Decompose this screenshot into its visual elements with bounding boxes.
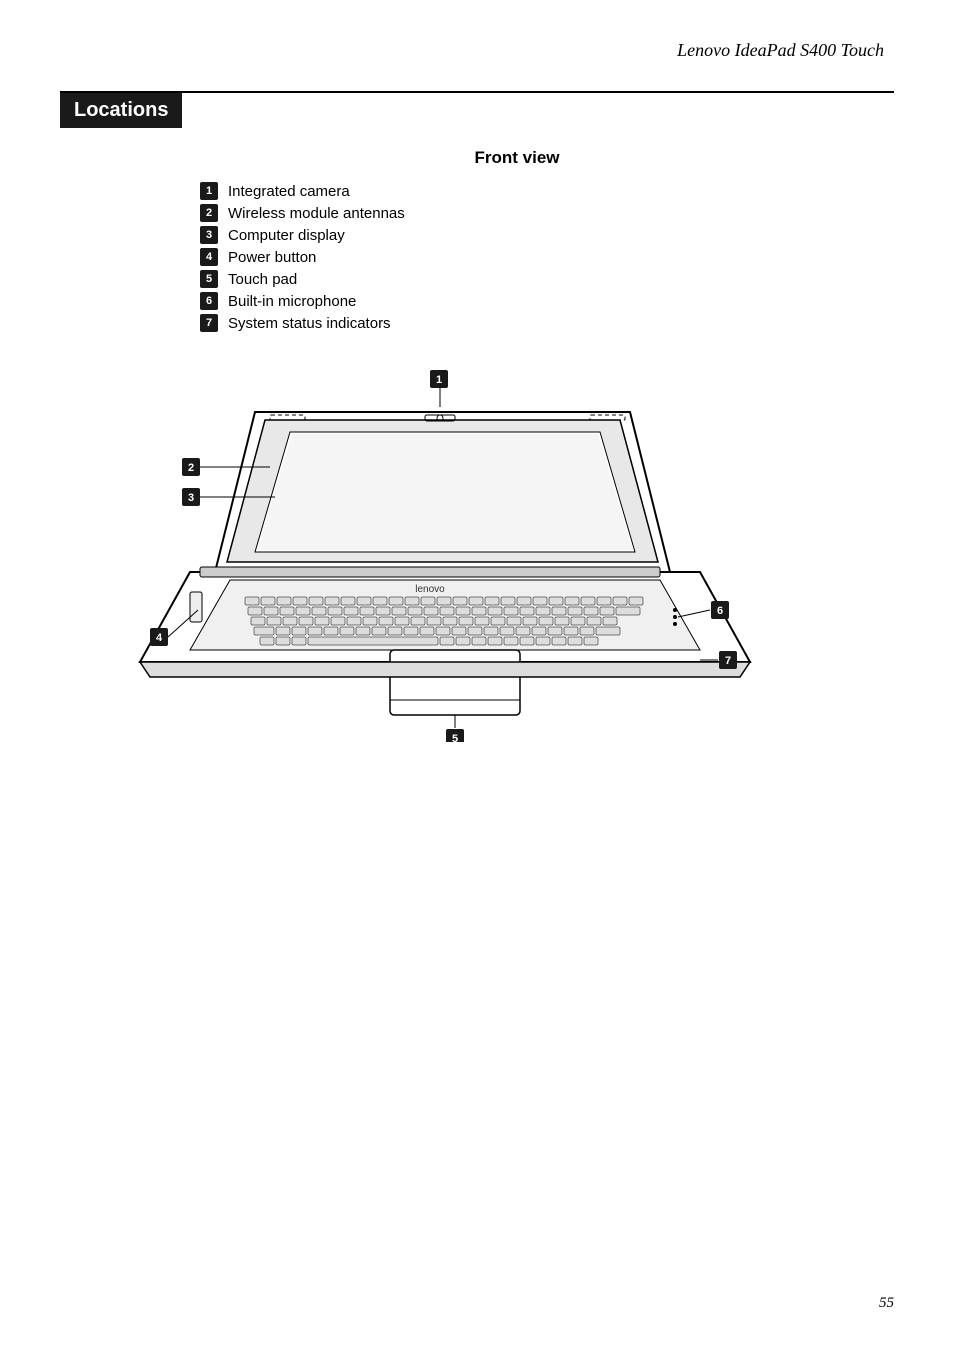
page: Lenovo IdeaPad S400 Touch Locations Fron… (0, 0, 954, 1352)
svg-text:3: 3 (188, 492, 194, 504)
laptop-svg: lenovo (100, 352, 780, 742)
badge-5: 5 (200, 270, 218, 288)
badge-3: 3 (200, 226, 218, 244)
item-label-3: Computer display (228, 227, 345, 244)
locations-section: Locations Front view 1 Integrated camera… (60, 93, 894, 742)
section-heading: Locations (60, 93, 182, 128)
list-item: 6 Built-in microphone (200, 292, 894, 310)
item-label-1: Integrated camera (228, 183, 350, 200)
svg-text:5: 5 (452, 733, 458, 742)
svg-text:6: 6 (717, 605, 723, 617)
badge-2: 2 (200, 204, 218, 222)
svg-text:2: 2 (188, 462, 194, 474)
list-item: 5 Touch pad (200, 270, 894, 288)
badge-6: 6 (200, 292, 218, 310)
item-label-2: Wireless module antennas (228, 205, 405, 222)
item-label-7: System status indicators (228, 315, 391, 332)
svg-text:lenovo: lenovo (415, 584, 445, 595)
list-item: 7 System status indicators (200, 314, 894, 332)
badge-1: 1 (200, 182, 218, 200)
svg-text:1: 1 (436, 374, 442, 386)
list-item: 1 Integrated camera (200, 182, 894, 200)
items-list: 1 Integrated camera 2 Wireless module an… (200, 182, 894, 332)
header-title: Lenovo IdeaPad S400 Touch (60, 40, 894, 61)
laptop-diagram: lenovo (100, 352, 780, 742)
svg-text:7: 7 (725, 655, 731, 667)
item-label-4: Power button (228, 249, 316, 266)
item-label-5: Touch pad (228, 271, 297, 288)
list-item: 2 Wireless module antennas (200, 204, 894, 222)
list-item: 3 Computer display (200, 226, 894, 244)
item-label-6: Built-in microphone (228, 293, 356, 310)
svg-text:4: 4 (156, 632, 163, 644)
badge-7: 7 (200, 314, 218, 332)
page-number: 55 (879, 1295, 894, 1312)
list-item: 4 Power button (200, 248, 894, 266)
badge-4: 4 (200, 248, 218, 266)
front-view-title: Front view (140, 148, 894, 168)
